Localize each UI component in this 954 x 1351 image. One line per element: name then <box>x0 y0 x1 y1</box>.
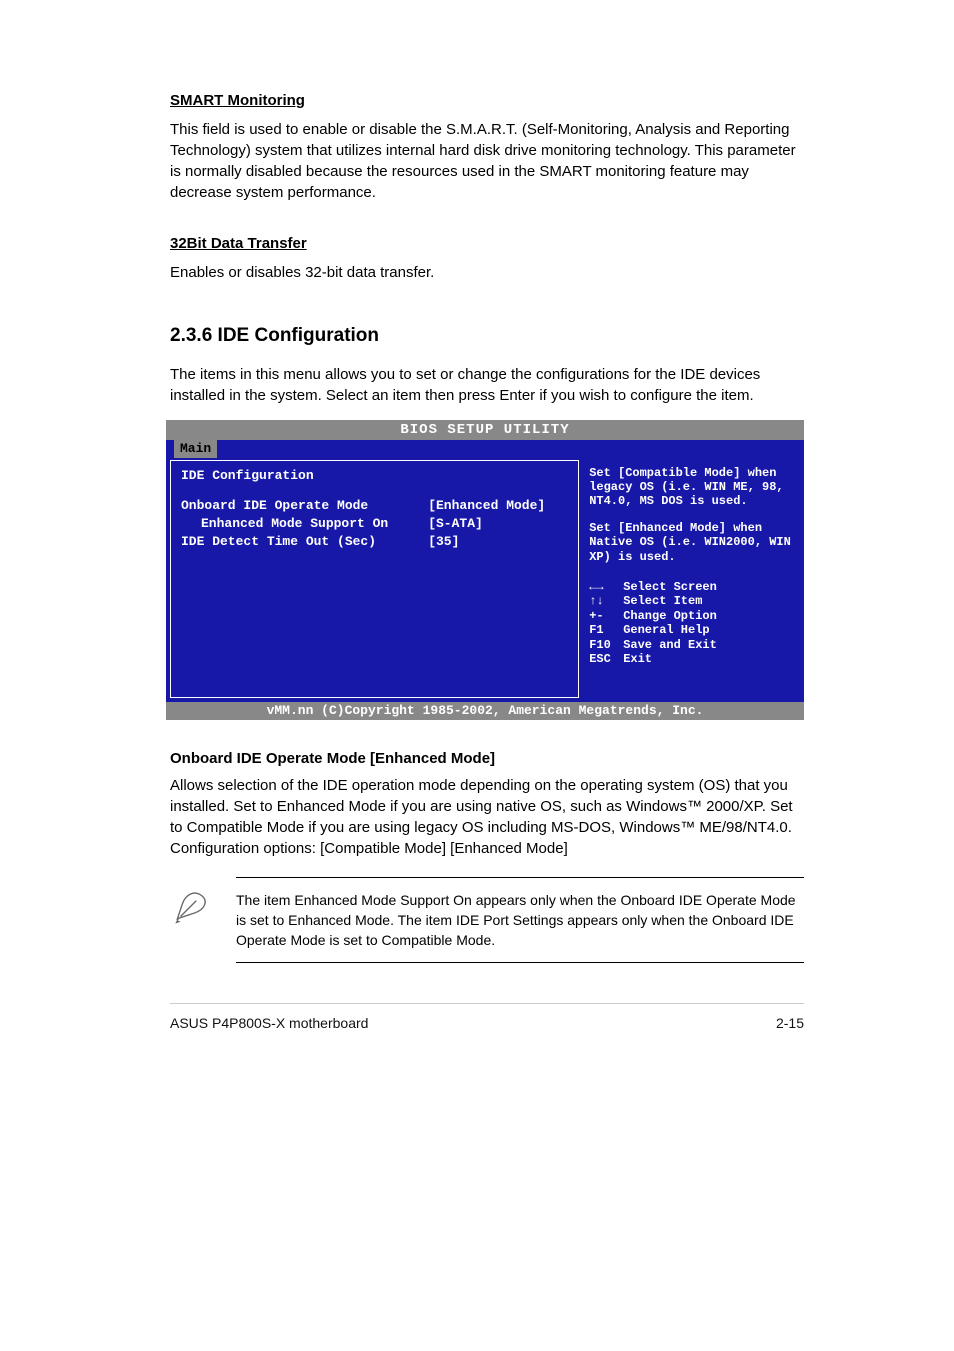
nav-key-f1: F1 <box>589 623 623 637</box>
nav-desc-general-help: General Help <box>623 623 709 637</box>
bios-label-operate-mode: Onboard IDE Operate Mode <box>181 497 428 515</box>
bios-row-enhanced-support: Enhanced Mode Support On [S-ATA] <box>181 515 568 533</box>
bios-right-help-panel: Set [Compatible Mode] when legacy OS (i.… <box>581 460 800 698</box>
pencil-note-icon <box>170 885 212 927</box>
nav-desc-change-option: Change Option <box>623 609 717 623</box>
bios-copyright-footer: vMM.nn (C)Copyright 1985-2002, American … <box>166 702 804 720</box>
heading-32bit-transfer: 32Bit Data Transfer <box>170 233 804 254</box>
bios-tab-main: Main <box>174 440 217 458</box>
nav-desc-select-screen: Select Screen <box>623 580 717 594</box>
nav-desc-save-exit: Save and Exit <box>623 638 717 652</box>
nav-key-plusminus: +- <box>589 609 623 623</box>
bios-value-operate-mode: [Enhanced Mode] <box>428 497 568 515</box>
footer-product-name: ASUS P4P800S-X motherboard <box>170 1014 368 1034</box>
para-onboard-ide-operate-mode: Allows selection of the IDE operation mo… <box>170 775 804 859</box>
nav-key-esc: ESC <box>589 652 623 666</box>
para-32bit-transfer: Enables or disables 32-bit data transfer… <box>170 262 804 283</box>
bios-label-timeout: IDE Detect Time Out (Sec) <box>181 533 428 551</box>
note-block: The item Enhanced Mode Support On appear… <box>170 877 804 964</box>
nav-desc-exit: Exit <box>623 652 652 666</box>
bios-setup-utility-screenshot: BIOS SETUP UTILITY Main IDE Configuratio… <box>166 420 804 720</box>
bios-nav-help: ←→Select Screen ↑↓Select Item +-Change O… <box>589 580 792 666</box>
heading-onboard-ide-operate-mode: Onboard IDE Operate Mode [Enhanced Mode] <box>170 748 804 769</box>
bios-panel-title: IDE Configuration <box>181 467 568 485</box>
bios-value-enhanced-support: [S-ATA] <box>428 515 568 533</box>
nav-key-leftright: ←→ <box>589 580 623 594</box>
nav-key-f10: F10 <box>589 638 623 652</box>
nav-key-updown: ↑↓ <box>589 594 623 608</box>
nav-desc-select-item: Select Item <box>623 594 702 608</box>
para-ide-configuration-intro: The items in this menu allows you to set… <box>170 364 804 406</box>
note-text: The item Enhanced Mode Support On appear… <box>236 877 804 964</box>
bios-label-enhanced-support: Enhanced Mode Support On <box>181 515 428 533</box>
bios-left-panel: IDE Configuration Onboard IDE Operate Mo… <box>170 460 579 698</box>
heading-smart-monitoring: SMART Monitoring <box>170 90 804 111</box>
bios-title-bar: BIOS SETUP UTILITY <box>166 420 804 440</box>
bios-help-p1: Set [Compatible Mode] when legacy OS (i.… <box>589 466 792 509</box>
bios-menubar: Main <box>166 440 804 458</box>
bios-row-operate-mode: Onboard IDE Operate Mode [Enhanced Mode] <box>181 497 568 515</box>
section-title-ide-configuration: 2.3.6 IDE Configuration <box>170 323 804 350</box>
footer-page-number: 2-15 <box>776 1014 804 1034</box>
bios-help-p2: Set [Enhanced Mode] when Native OS (i.e.… <box>589 521 792 564</box>
page-footer: ASUS P4P800S-X motherboard 2-15 <box>170 1003 804 1034</box>
para-smart-monitoring: This field is used to enable or disable … <box>170 119 804 203</box>
bios-row-timeout: IDE Detect Time Out (Sec) [35] <box>181 533 568 551</box>
bios-value-timeout: [35] <box>428 533 568 551</box>
